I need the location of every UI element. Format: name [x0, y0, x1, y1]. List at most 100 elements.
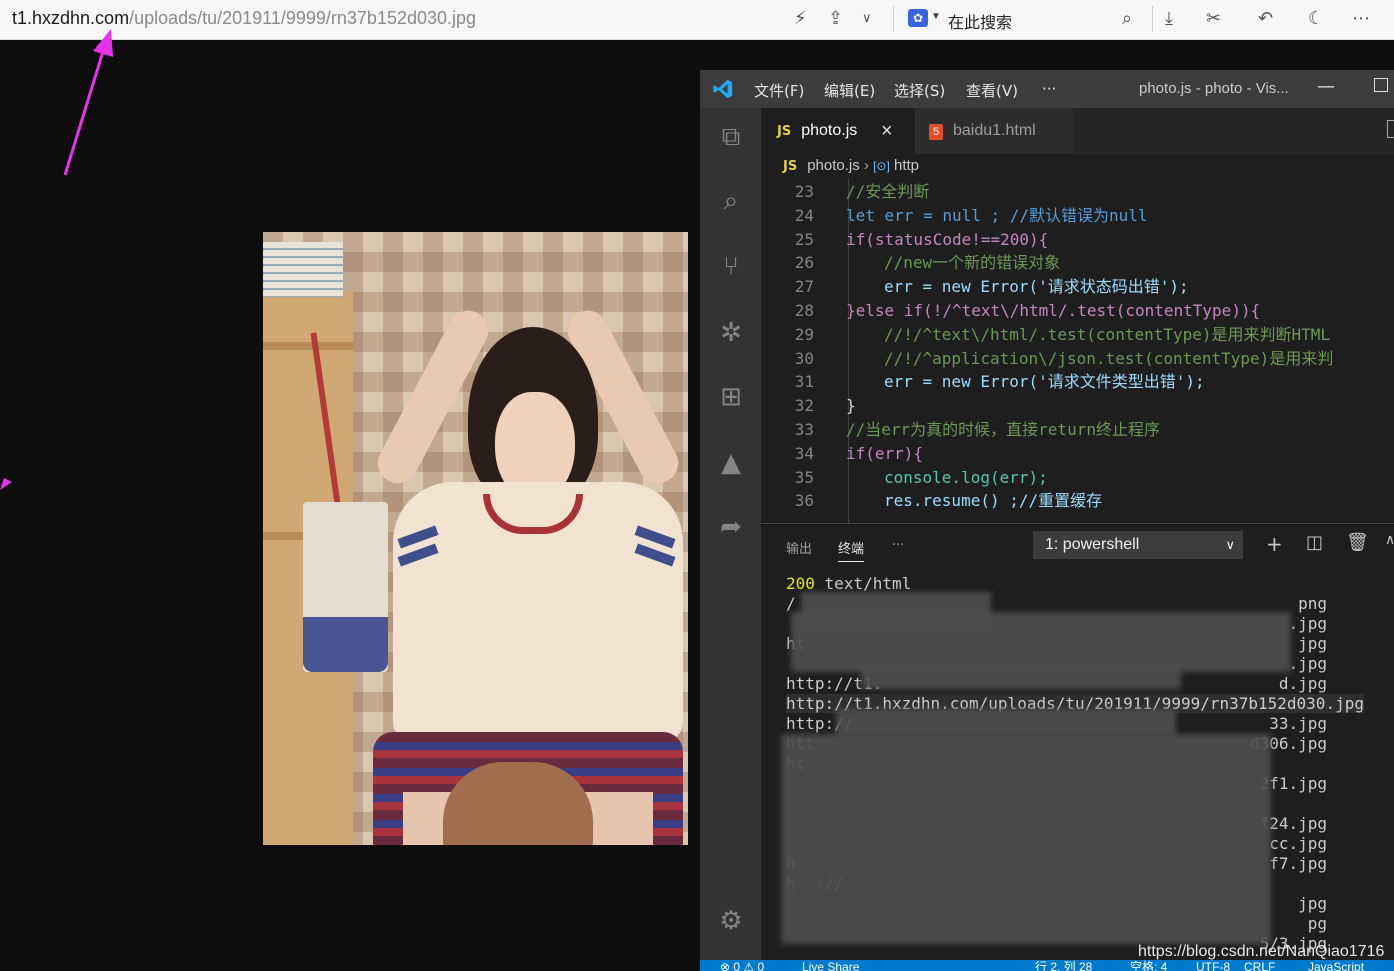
code-line: 24 let err = null ; //默认错误为null — [761, 204, 1394, 228]
code-line: 30 //!/^application\/json.test(contentTyp… — [761, 347, 1394, 371]
tab-terminal[interactable]: 终端 — [838, 538, 865, 562]
close-icon[interactable]: × — [881, 108, 893, 154]
download-icon[interactable]: ⤓ — [1165, 8, 1173, 29]
breadcrumb-symbol[interactable]: http — [894, 157, 919, 174]
cursor-position[interactable]: 行 2, 列 28 — [1035, 960, 1092, 971]
chevron-right-icon: › — [863, 157, 874, 174]
variable-icon: [⊙] — [873, 159, 890, 173]
chevron-up-icon[interactable]: ∧ — [1385, 532, 1394, 548]
code-text: //!/^text\/html/.test(contentType)是用来判断H… — [884, 324, 1331, 344]
terminal-line-tail: cc.jpg — [1269, 834, 1327, 853]
annotation-arrow-left — [0, 478, 12, 490]
minimize-icon[interactable]: — — [1317, 76, 1335, 97]
add-terminal-icon[interactable]: + — [1266, 532, 1283, 556]
breadcrumb-file[interactable]: photo.js — [807, 157, 860, 174]
terminal-panel: 输出 终端 ··· 1: powershell ∨ + ◫ 🗑 ∧ 200 te… — [761, 523, 1394, 960]
search-input[interactable]: 在此搜索 — [948, 9, 1012, 33]
line-number: 32 — [794, 396, 814, 416]
line-number: 34 — [794, 443, 814, 463]
code-line: 32} — [761, 394, 1394, 418]
status-bar: ⊗ 0 ⚠ 0 Live Share 行 2, 列 28 空格: 4 UTF-8… — [700, 960, 1394, 971]
shell-label: 1: powershell — [1045, 536, 1140, 553]
extensions-icon[interactable]: ⊞ — [714, 380, 748, 414]
line-number: 24 — [794, 205, 814, 225]
code-line: 25 if(statusCode!==200){ — [761, 228, 1394, 252]
url-path: /uploads/tu/201911/9999/rn37b152d030.jpg — [129, 8, 477, 28]
line-number: 35 — [794, 467, 814, 487]
shell-dropdown[interactable]: 1: powershell ∨ — [1033, 531, 1243, 559]
terminal-line-tail: f7.jpg — [1269, 854, 1327, 873]
moon-icon[interactable]: ☾ — [1308, 8, 1324, 29]
settings-gear-icon[interactable]: ⚙ — [714, 904, 748, 938]
problems-count[interactable]: ⊗ 0 ⚠ 0 — [720, 960, 764, 971]
menu-file[interactable]: 文件(F) — [754, 80, 804, 101]
menu-selection[interactable]: 选择(S) — [894, 80, 945, 101]
split-editor-icon[interactable] — [1387, 120, 1394, 138]
line-number: 23 — [794, 182, 814, 201]
split-terminal-icon[interactable]: ◫ — [1306, 532, 1323, 553]
baseball-glove — [443, 762, 593, 845]
tab-output[interactable]: 输出 — [786, 538, 812, 557]
code-line: 29 //!/^text\/html/.test(contentType)是用来判… — [761, 323, 1394, 347]
encoding[interactable]: UTF-8 — [1196, 960, 1230, 971]
lightning-icon[interactable]: ⚡ — [794, 8, 807, 29]
terminal-line-tail: 33.jpg — [1269, 714, 1327, 733]
terminal-line-tail: jpg — [1298, 894, 1327, 913]
source-control-icon[interactable]: ⑂ — [714, 250, 748, 284]
line-number: 33 — [794, 420, 814, 439]
tab-baidu1-html[interactable]: 5 baidu1.html — [915, 108, 1073, 154]
divider — [893, 6, 894, 32]
breadcrumb: JS photo.js › [⊙] http — [761, 154, 1394, 178]
js-file-icon: JS — [783, 159, 798, 174]
menu-edit[interactable]: 编辑(E) — [824, 80, 875, 101]
code-line: 27 err = new Error('请求状态码出错'); — [761, 275, 1394, 299]
code-text: console.log(err); — [884, 467, 1048, 487]
paw-icon: ✿ — [908, 9, 928, 27]
code-text: if(err){ — [846, 443, 924, 463]
more-icon[interactable]: ⋯ — [1352, 8, 1370, 29]
line-number: 28 — [794, 301, 814, 320]
code-line: 23 //安全判断 — [761, 180, 1394, 204]
terminal-line: / — [786, 594, 796, 613]
caret-down-icon[interactable]: ▼ — [931, 11, 941, 22]
js-file-icon: JS — [777, 124, 792, 139]
line-number: 27 — [794, 277, 814, 297]
browser-toolbar: t1.hxzdhn.com/uploads/tu/201911/9999/rn3… — [0, 0, 1394, 40]
tab-photo-js[interactable]: JS photo.js × — [761, 108, 915, 154]
code-editor[interactable]: 23 //安全判断 24 let err = null ; //默认错误为null 25… — [761, 178, 1394, 523]
trash-icon[interactable]: 🗑 — [1346, 532, 1369, 553]
code-line: 36 res.resume() ;//重置缓存 — [761, 489, 1394, 513]
code-line: 34 if(err){ — [761, 442, 1394, 466]
redaction — [861, 664, 1181, 689]
search-icon[interactable]: ⌕ — [1122, 8, 1132, 29]
terminal-line-tail: pg — [1307, 914, 1327, 933]
code-text: //安全判断 — [846, 182, 930, 201]
line-ending[interactable]: CRLF — [1244, 960, 1275, 971]
live-share-status[interactable]: Live Share — [802, 960, 859, 971]
undo-icon[interactable]: ↶ — [1258, 8, 1273, 29]
redaction — [781, 734, 1271, 944]
share-icon[interactable]: ⇪ — [828, 8, 843, 29]
azure-icon[interactable]: ▲ — [714, 446, 748, 480]
code-text: err = new Error('请求状态码出错'); — [884, 277, 1189, 297]
line-number: 26 — [794, 253, 814, 273]
redaction — [791, 612, 1291, 672]
chevron-down-icon[interactable]: ∨ — [862, 11, 872, 26]
menu-view[interactable]: 查看(V) — [966, 80, 1018, 101]
language-mode[interactable]: JavaScript — [1308, 960, 1364, 971]
explorer-icon[interactable]: ⧉ — [714, 120, 748, 154]
code-line: 26 //new一个新的错误对象 — [761, 251, 1394, 275]
terminal-line-tail: png — [1298, 594, 1327, 613]
debug-icon[interactable]: ✲ — [714, 316, 748, 350]
redaction — [836, 709, 1176, 737]
maximize-icon[interactable] — [1374, 78, 1388, 92]
search-box[interactable]: ✿ ▼ 在此搜索 — [906, 6, 1146, 32]
scissors-icon[interactable]: ✂ — [1206, 8, 1221, 29]
search-icon[interactable]: ⌕ — [714, 184, 748, 218]
panel-more[interactable]: ··· — [892, 538, 904, 553]
menu-more[interactable]: ··· — [1042, 80, 1056, 98]
live-share-icon[interactable]: ➦ — [714, 510, 748, 544]
vscode-window: 文件(F) 编辑(E) 选择(S) 查看(V) ··· photo.js - p… — [700, 70, 1394, 971]
code-text: err = new Error('请求文件类型出错'); — [884, 372, 1205, 392]
indentation[interactable]: 空格: 4 — [1130, 960, 1167, 971]
